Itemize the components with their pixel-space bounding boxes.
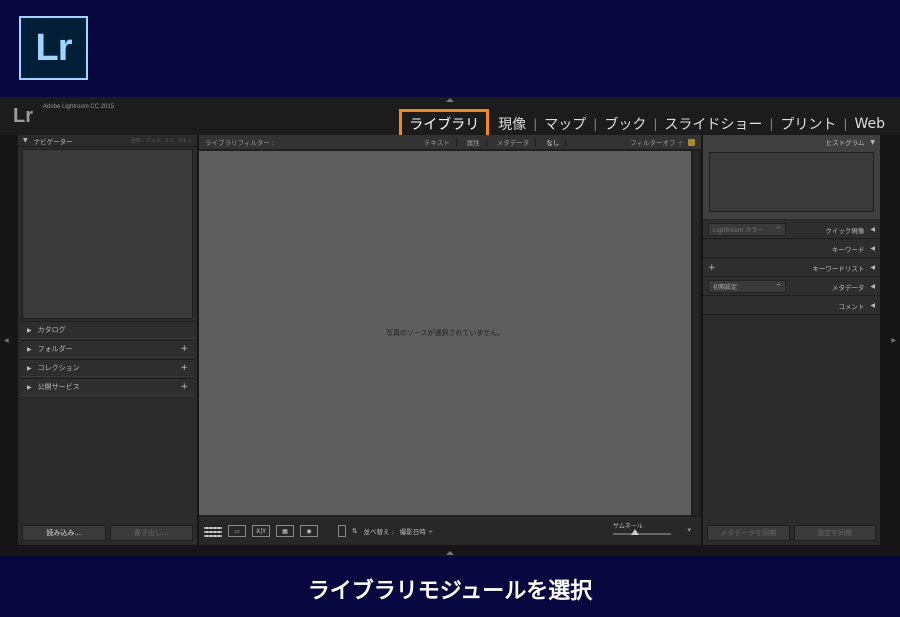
- filter-preset: フィルターオフ ÷: [630, 137, 695, 147]
- filter-text[interactable]: テキスト: [418, 137, 457, 147]
- add-publish-service-icon[interactable]: +: [180, 382, 188, 392]
- collections-panel-header[interactable]: ▶ コレクション +: [21, 359, 194, 377]
- quick-develop-header[interactable]: Lightroom カラー ÷ クイック現像 ◀: [703, 221, 880, 239]
- select-arrows-icon: ÷: [775, 282, 781, 289]
- filter-attribute[interactable]: 属性: [461, 137, 487, 147]
- collapse-triangle-icon: ▼: [870, 138, 875, 146]
- compare-view-icon[interactable]: X|Y: [252, 525, 270, 537]
- library-filter-bar: ライブラリフィルター : テキスト 属性 メタデータ なし フィルターオフ ÷: [199, 135, 701, 149]
- expand-triangle-icon: ▶: [27, 364, 32, 372]
- lightroom-window: Lr Adobe Lightroom CC 2015 ライブラリ 現像 | マッ…: [0, 97, 900, 556]
- toolbar-options-dropdown[interactable]: ▾: [687, 526, 691, 534]
- module-develop[interactable]: 現像: [491, 114, 533, 134]
- module-slideshow[interactable]: スライドショー: [657, 114, 769, 134]
- folders-label: フォルダー: [37, 345, 73, 353]
- expand-left-icon: ◀: [870, 283, 875, 290]
- top-panel-toggle-icon[interactable]: [446, 98, 454, 102]
- painter-icon[interactable]: [338, 525, 346, 537]
- library-filter-label: ライブラリフィルター :: [205, 139, 275, 147]
- sort-direction-icon[interactable]: ⇅: [352, 527, 357, 535]
- module-web[interactable]: Web: [847, 116, 892, 132]
- left-panel: ▼ ナビゲーター 全体 · フィル · 1:1 · 3:1 ÷ ▶ カタログ ▶…: [18, 135, 197, 545]
- collapse-triangle-icon: ▼: [23, 137, 28, 144]
- expand-triangle-icon: ▶: [27, 345, 32, 353]
- sort-control: ⇅ 並べ替え : 撮影日時 ÷: [352, 526, 433, 536]
- navigator-zoom-options[interactable]: 全体 · フィル · 1:1 · 3:1 ÷: [131, 137, 192, 144]
- filmstrip-toggle-icon[interactable]: [446, 551, 454, 555]
- comments-header[interactable]: コメント ◀: [703, 297, 880, 315]
- expand-triangle-icon: ▶: [27, 383, 32, 391]
- filter-preset-select[interactable]: フィルターオフ ÷: [630, 137, 683, 147]
- publish-services-label: 公開サービス: [37, 383, 80, 391]
- right-panel: ヒストグラム ▼ Lightroom カラー ÷ クイック現像 ◀ キーワード …: [703, 135, 880, 545]
- lock-icon[interactable]: [688, 138, 695, 146]
- histogram-display: [709, 152, 874, 212]
- survey-view-icon[interactable]: ▦: [276, 525, 294, 537]
- expand-left-icon: ◀: [870, 302, 875, 309]
- publish-services-panel-header[interactable]: ▶ 公開サービス +: [21, 378, 194, 396]
- sync-settings-button[interactable]: 設定を同期: [793, 525, 876, 541]
- top-bar: Lr Adobe Lightroom CC 2015 ライブラリ 現像 | マッ…: [0, 97, 900, 139]
- module-print[interactable]: プリント: [773, 114, 843, 134]
- grid-view: ライブラリフィルター : テキスト 属性 メタデータ なし フィルターオフ ÷ …: [199, 135, 701, 545]
- expand-left-icon: ◀: [870, 264, 875, 271]
- select-arrows-icon: ÷: [775, 225, 781, 232]
- sort-value-select[interactable]: 撮影日時 ÷: [400, 526, 434, 536]
- thumbnail-slider-knob-icon[interactable]: [631, 529, 639, 535]
- metadata-header[interactable]: 初期設定 ÷ メタデータ ◀: [703, 278, 880, 296]
- catalog-panel-header[interactable]: ▶ カタログ: [21, 321, 194, 339]
- add-folder-icon[interactable]: +: [180, 344, 188, 354]
- add-collection-icon[interactable]: +: [180, 363, 188, 373]
- keyword-list-title: キーワードリスト: [812, 264, 865, 273]
- left-panel-toggle-icon[interactable]: ◀: [4, 337, 9, 344]
- module-book[interactable]: ブック: [597, 114, 653, 134]
- lightroom-logo: Lr: [19, 16, 88, 80]
- expand-triangle-icon: ▶: [27, 326, 32, 334]
- keyword-list-header[interactable]: + キーワードリスト ◀: [703, 259, 880, 277]
- people-view-icon[interactable]: ◉: [300, 525, 318, 537]
- keywording-header[interactable]: キーワード ◀: [703, 240, 880, 258]
- sync-metadata-button[interactable]: メタデータを同期: [707, 525, 790, 541]
- caption: ライブラリモジュールを選択: [307, 578, 593, 604]
- histogram-panel: ヒストグラム ▼: [703, 135, 880, 219]
- metadata-title: メタデータ: [831, 283, 865, 292]
- filter-options: テキスト 属性 メタデータ なし: [338, 137, 567, 147]
- no-source-message: 写真のソースが選択されていません。: [385, 329, 505, 337]
- grid-view-icon[interactable]: [204, 525, 222, 537]
- thumbnail-size-slider[interactable]: [613, 533, 671, 535]
- identity-plate-logo: Lr: [13, 105, 33, 127]
- quick-develop-preset-select[interactable]: Lightroom カラー ÷: [708, 223, 786, 236]
- right-panel-buttons: メタデータを同期 設定を同期: [707, 525, 876, 541]
- folders-panel-header[interactable]: ▶ フォルダー +: [21, 340, 194, 358]
- comments-title: コメント: [838, 302, 865, 311]
- loupe-view-icon[interactable]: ▭: [228, 525, 246, 537]
- keywording-title: キーワード: [831, 245, 865, 254]
- histogram-header[interactable]: ヒストグラム ▼: [703, 136, 880, 148]
- quick-develop-preset-value: Lightroom カラー: [713, 227, 764, 234]
- import-button[interactable]: 読み込み...: [22, 525, 106, 541]
- quick-develop-title: クイック現像: [825, 226, 865, 235]
- add-keyword-icon[interactable]: +: [708, 263, 716, 273]
- left-panel-buttons: 読み込み... 書き出し...: [22, 525, 193, 541]
- sort-label: 並べ替え :: [363, 528, 394, 536]
- right-panel-toggle-icon[interactable]: ▶: [891, 337, 896, 344]
- filter-none[interactable]: なし: [540, 137, 567, 147]
- filter-metadata[interactable]: メタデータ: [491, 137, 537, 147]
- photo-grid[interactable]: 写真のソースが選択されていません。: [199, 151, 691, 515]
- library-toolbar: ▭ X|Y ▦ ◉ ⇅ 並べ替え : 撮影日時 ÷ サムネール ▾: [199, 517, 701, 545]
- expand-left-icon: ◀: [870, 245, 875, 252]
- collections-label: コレクション: [37, 364, 80, 372]
- metadata-preset-value: 初期設定: [713, 284, 738, 291]
- navigator-preview[interactable]: [22, 149, 193, 319]
- module-map[interactable]: マップ: [537, 114, 593, 134]
- grid-scrollbar[interactable]: [693, 151, 699, 515]
- app-name: Adobe Lightroom CC 2015: [43, 104, 115, 110]
- expand-left-icon: ◀: [870, 226, 875, 233]
- navigator-header[interactable]: ▼ ナビゲーター 全体 · フィル · 1:1 · 3:1 ÷: [18, 135, 197, 147]
- histogram-title: ヒストグラム: [825, 139, 865, 147]
- metadata-preset-select[interactable]: 初期設定 ÷: [708, 280, 786, 293]
- catalog-label: カタログ: [37, 326, 66, 334]
- navigator-title: ナビゲーター: [33, 137, 73, 146]
- export-button[interactable]: 書き出し...: [109, 525, 193, 541]
